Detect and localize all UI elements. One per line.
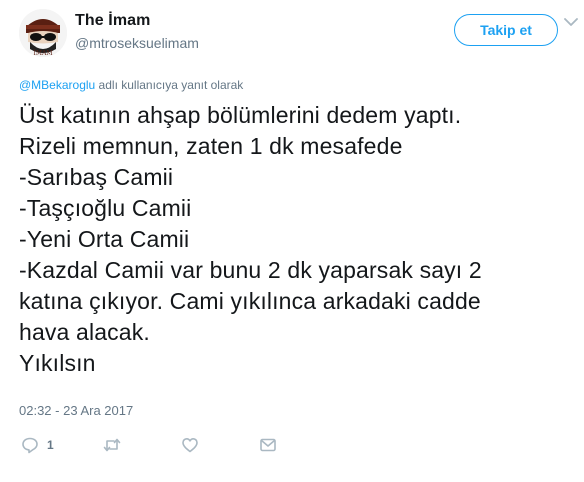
tweet-line: Rizeli memnun, zaten 1 dk mesafede <box>19 133 403 159</box>
tweet-line: -Kazdal Camii var bunu 2 dk yaparsak say… <box>19 257 482 283</box>
reply-count: 1 <box>47 438 54 452</box>
tweet-header: İMAM The İmam @mtroseksuelimam Takip et <box>19 9 578 57</box>
chevron-down-icon[interactable] <box>564 17 578 27</box>
tweet-line: katına çıkıyor. Cami yıkılınca arkadaki … <box>19 288 481 314</box>
retweet-button[interactable] <box>103 436 121 454</box>
tweet-line: -Taşçıoğlu Camii <box>19 195 192 221</box>
like-button[interactable] <box>181 436 199 454</box>
tweet-line: -Sarıbaş Camii <box>19 164 174 190</box>
reply-icon <box>22 437 38 454</box>
tweet-text: Üst katının ahşap bölümlerini dedem yapt… <box>19 100 579 379</box>
reply-mention-link[interactable]: @MBekaroglu <box>19 78 95 92</box>
like-icon <box>182 438 198 453</box>
avatar-caption: İMAM <box>34 50 53 57</box>
reply-context: @MBekaroglu adlı kullanıcıya yanıt olara… <box>19 78 243 92</box>
direct-message-icon <box>260 438 276 452</box>
tweet-line: Üst katının ahşap bölümlerini dedem yapt… <box>19 102 462 128</box>
retweet-icon <box>103 438 121 452</box>
handle[interactable]: @mtroseksuelimam <box>75 33 199 53</box>
direct-message-button[interactable] <box>259 436 277 454</box>
display-name[interactable]: The İmam <box>75 11 199 31</box>
author-info[interactable]: The İmam @mtroseksuelimam <box>75 11 199 53</box>
tweet-line: -Yeni Orta Camii <box>19 226 190 252</box>
tweet-line: Yıkılsın <box>19 350 96 376</box>
reply-context-text: adlı kullanıcıya yanıt olarak <box>95 78 244 92</box>
follow-button-label: Takip et <box>480 22 532 38</box>
tweet-line: hava alacak. <box>19 319 150 345</box>
avatar[interactable]: İMAM <box>19 9 67 57</box>
tweet-timestamp[interactable]: 02:32 - 23 Ara 2017 <box>19 403 133 418</box>
reply-button[interactable]: 1 <box>21 436 54 454</box>
follow-button[interactable]: Takip et <box>454 14 558 46</box>
